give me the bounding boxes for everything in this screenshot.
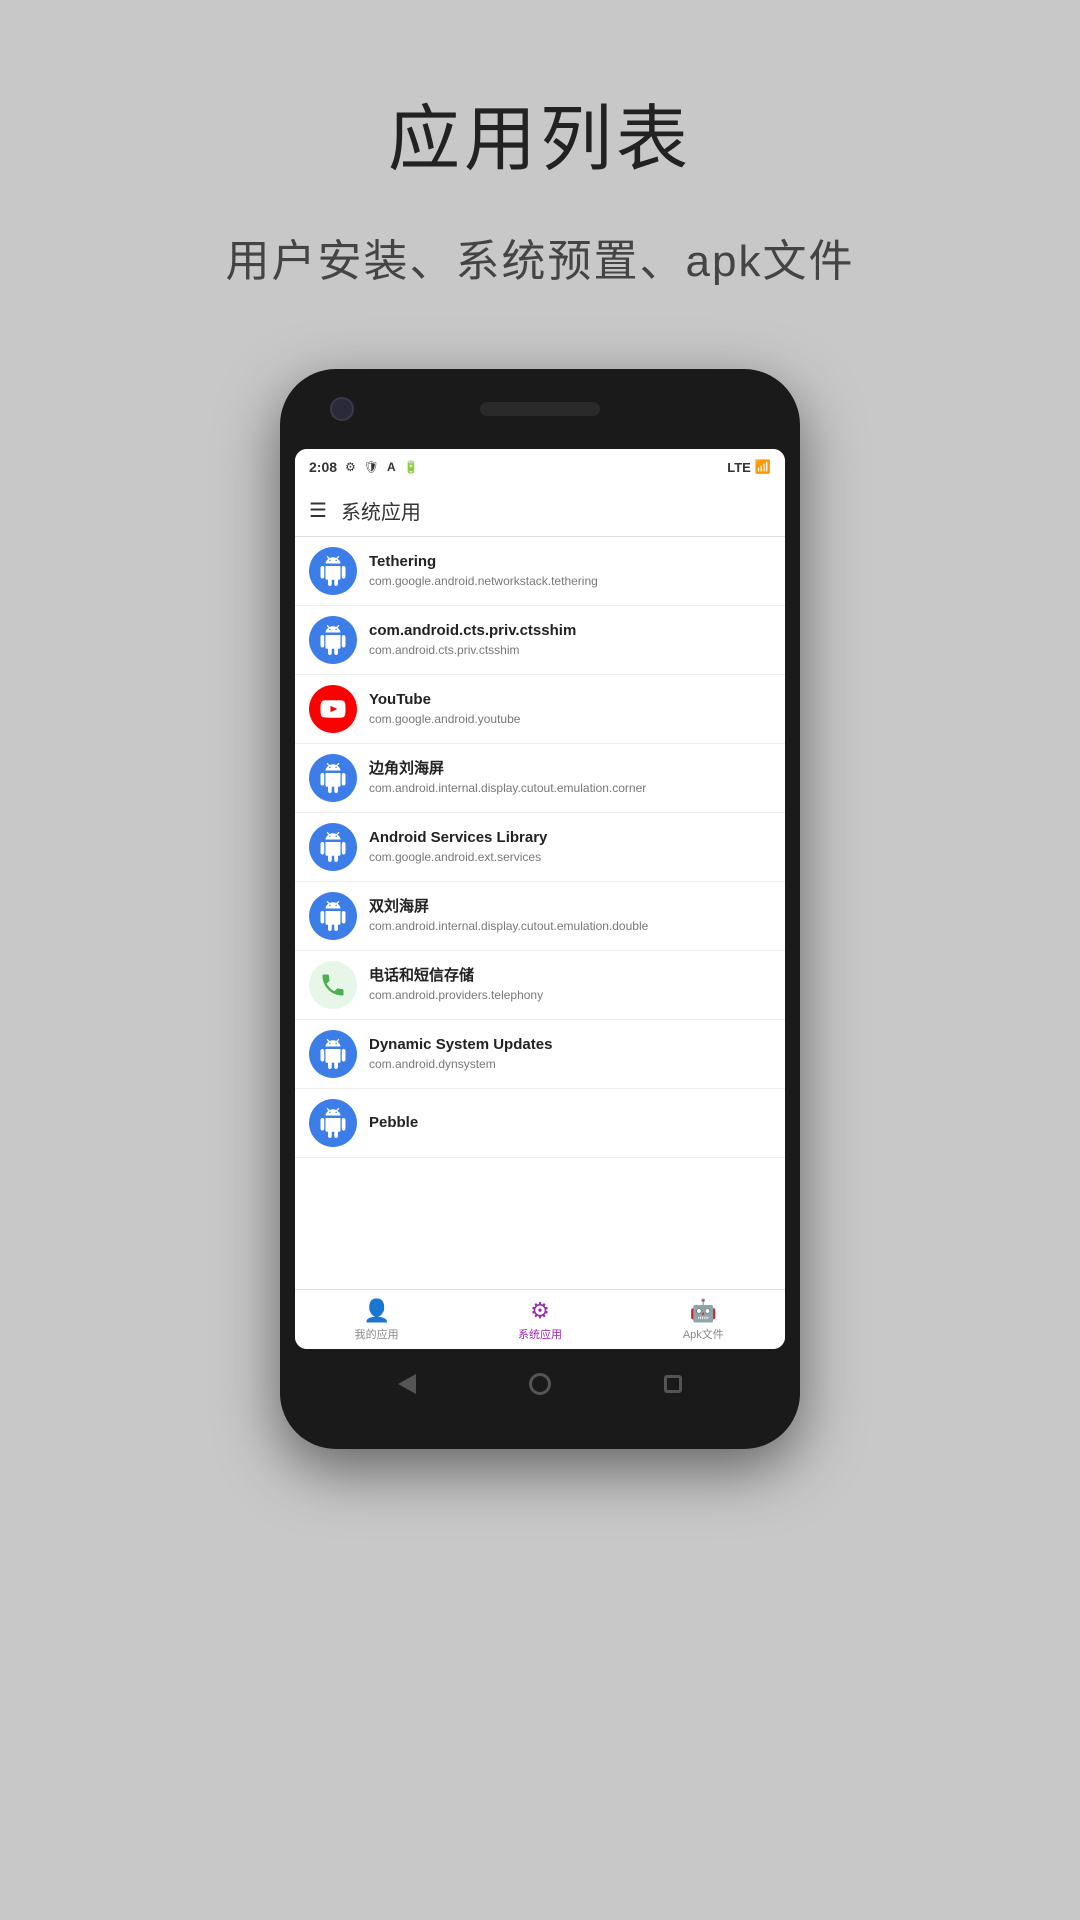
list-item[interactable]: YouTube com.google.android.youtube	[295, 675, 785, 744]
status-right: LTE 📶	[727, 459, 771, 475]
android-icon	[309, 547, 357, 595]
network-type: LTE	[727, 460, 751, 475]
android-icon	[309, 1099, 357, 1147]
phone-top-bar	[280, 369, 800, 449]
status-bar: 2:08 ⚙ 🛡 A 🔋 LTE 📶	[295, 449, 785, 485]
app-name: Dynamic System Updates	[369, 1035, 771, 1055]
nav-item-my-apps[interactable]: 👤 我的应用	[295, 1298, 458, 1342]
app-package: com.android.internal.display.cutout.emul…	[369, 919, 771, 935]
android-icon	[309, 616, 357, 664]
app-package: com.android.internal.display.cutout.emul…	[369, 781, 771, 797]
app-info: Dynamic System Updates com.android.dynsy…	[369, 1035, 771, 1072]
app-info: com.android.cts.priv.ctsshim com.android…	[369, 621, 771, 658]
list-item[interactable]: Tethering com.google.android.networkstac…	[295, 537, 785, 606]
app-name: Pebble	[369, 1113, 771, 1133]
phone-app-icon	[309, 961, 357, 1009]
app-name: YouTube	[369, 690, 771, 710]
phone-speaker	[480, 402, 600, 416]
app-package: com.google.android.networkstack.tetherin…	[369, 574, 771, 590]
back-button[interactable]	[393, 1370, 421, 1398]
app-info: 双刘海屏 com.android.internal.display.cutout…	[369, 897, 771, 934]
settings-status-icon: ⚙	[345, 460, 356, 474]
app-info: Android Services Library com.google.andr…	[369, 828, 771, 865]
android-icon	[309, 754, 357, 802]
list-item[interactable]: Pebble	[295, 1089, 785, 1158]
app-bar: ☰ 系统应用	[295, 485, 785, 537]
a-status-icon: A	[387, 460, 396, 474]
phone-camera	[330, 397, 354, 421]
app-package: com.android.cts.priv.ctsshim	[369, 643, 771, 659]
android-icon	[309, 823, 357, 871]
youtube-icon	[309, 685, 357, 733]
nav-label-my-apps: 我的应用	[355, 1326, 399, 1342]
shield-status-icon: 🛡	[364, 460, 379, 474]
home-button[interactable]	[526, 1370, 554, 1398]
list-item[interactable]: Dynamic System Updates com.android.dynsy…	[295, 1020, 785, 1089]
bottom-nav: 👤 我的应用 ⚙ 系统应用 🤖 Apk文件	[295, 1289, 785, 1349]
gear-icon: ⚙	[530, 1298, 550, 1324]
recents-button[interactable]	[659, 1370, 687, 1398]
android-icon	[309, 1030, 357, 1078]
app-info: Pebble	[369, 1113, 771, 1133]
phone-screen: 2:08 ⚙ 🛡 A 🔋 LTE 📶 ☰ 系统应用	[295, 449, 785, 1349]
list-item[interactable]: 双刘海屏 com.android.internal.display.cutout…	[295, 882, 785, 951]
list-item[interactable]: 电话和短信存储 com.android.providers.telephony	[295, 951, 785, 1020]
app-name: com.android.cts.priv.ctsshim	[369, 621, 771, 641]
app-list[interactable]: Tethering com.google.android.networkstac…	[295, 537, 785, 1289]
list-item[interactable]: Android Services Library com.google.andr…	[295, 813, 785, 882]
page-title: 应用列表	[226, 80, 855, 185]
list-item[interactable]: 边角刘海屏 com.android.internal.display.cutou…	[295, 744, 785, 813]
page-header: 应用列表 用户安装、系统预置、apk文件	[226, 80, 855, 289]
app-package: com.android.providers.telephony	[369, 988, 771, 1004]
app-package: com.android.dynsystem	[369, 1057, 771, 1073]
phone-shell: 2:08 ⚙ 🛡 A 🔋 LTE 📶 ☰ 系统应用	[280, 369, 800, 1449]
app-package: com.google.android.ext.services	[369, 850, 771, 866]
app-name: Tethering	[369, 552, 771, 572]
nav-item-system-apps[interactable]: ⚙ 系统应用	[458, 1298, 621, 1342]
nav-item-apk[interactable]: 🤖 Apk文件	[622, 1298, 785, 1342]
signal-icon: 📶	[755, 459, 771, 475]
app-info: YouTube com.google.android.youtube	[369, 690, 771, 727]
nav-label-apk: Apk文件	[683, 1326, 724, 1342]
status-left: 2:08 ⚙ 🛡 A 🔋	[309, 459, 419, 475]
page-subtitle: 用户安装、系统预置、apk文件	[226, 225, 855, 289]
status-time: 2:08	[309, 459, 337, 475]
app-name: 边角刘海屏	[369, 759, 771, 779]
app-package: com.google.android.youtube	[369, 712, 771, 728]
battery-status-icon: 🔋	[404, 460, 419, 474]
apk-android-icon: 🤖	[690, 1298, 717, 1324]
app-info: 边角刘海屏 com.android.internal.display.cutou…	[369, 759, 771, 796]
app-name: 双刘海屏	[369, 897, 771, 917]
android-icon	[309, 892, 357, 940]
hamburger-icon[interactable]: ☰	[309, 498, 327, 523]
app-bar-title: 系统应用	[341, 496, 421, 525]
app-name: Android Services Library	[369, 828, 771, 848]
list-item[interactable]: com.android.cts.priv.ctsshim com.android…	[295, 606, 785, 675]
app-name: 电话和短信存储	[369, 966, 771, 986]
app-info: 电话和短信存储 com.android.providers.telephony	[369, 966, 771, 1003]
person-icon: 👤	[363, 1298, 390, 1324]
nav-label-system-apps: 系统应用	[518, 1326, 562, 1342]
phone-bottom-nav	[280, 1349, 800, 1419]
app-info: Tethering com.google.android.networkstac…	[369, 552, 771, 589]
